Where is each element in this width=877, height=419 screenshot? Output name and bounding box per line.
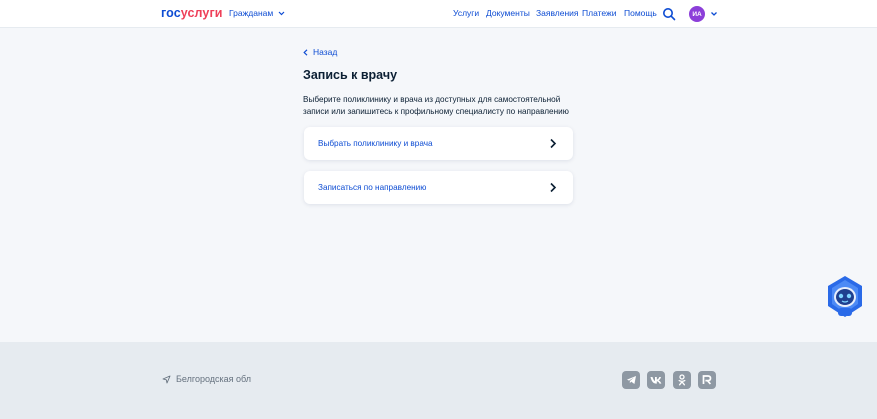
logo-part-gos: гос: [161, 6, 181, 20]
footer: [0, 342, 877, 419]
robot-assistant-icon[interactable]: [825, 275, 865, 319]
chevron-left-icon: [303, 48, 308, 56]
avatar-initials: ИА: [692, 10, 702, 18]
nav-dokumenty[interactable]: Документы: [486, 8, 530, 18]
option-choose-clinic[interactable]: Выбрать поликлинику и врача: [304, 127, 573, 160]
chevron-right-icon: [550, 182, 557, 193]
chevron-down-icon: [278, 11, 285, 15]
page-description: Выберите поликлинику и врача из доступны…: [303, 95, 569, 116]
audience-label: Гражданам: [229, 8, 274, 18]
option-label: Выбрать поликлинику и врача: [318, 139, 433, 148]
location-arrow-icon: [162, 375, 171, 383]
region-selector[interactable]: Белгородская обл: [162, 374, 251, 384]
rutube-icon[interactable]: [698, 371, 716, 389]
chevron-right-icon: [550, 138, 557, 149]
chevron-down-icon[interactable]: [710, 10, 718, 18]
search-icon[interactable]: [662, 7, 676, 21]
option-label: Записаться по направлению: [318, 183, 427, 192]
region-label: Белгородская обл: [176, 374, 252, 384]
page-title: Запись к врачу: [303, 68, 398, 82]
nav-zayavleniya[interactable]: Заявления: [536, 8, 579, 18]
nav-uslugi[interactable]: Услуги: [453, 8, 479, 18]
vk-icon[interactable]: [647, 371, 665, 389]
audience-dropdown[interactable]: Гражданам: [229, 8, 285, 18]
back-link[interactable]: Назад: [303, 47, 337, 57]
avatar[interactable]: ИА: [689, 6, 705, 22]
nav-pomosch[interactable]: Помощь: [624, 8, 657, 18]
nav-platezhi[interactable]: Платежи: [582, 8, 616, 18]
back-label: Назад: [313, 47, 338, 57]
gosuslugi-logo[interactable]: госуслуги: [161, 6, 223, 20]
header: госуслуги Гражданам Услуги Документы Зая…: [0, 0, 877, 28]
option-by-referral[interactable]: Записаться по направлению: [304, 171, 573, 204]
odnoklassniki-icon[interactable]: [673, 371, 691, 389]
logo-part-uslugi: услуги: [180, 6, 223, 20]
telegram-icon[interactable]: [622, 371, 640, 389]
